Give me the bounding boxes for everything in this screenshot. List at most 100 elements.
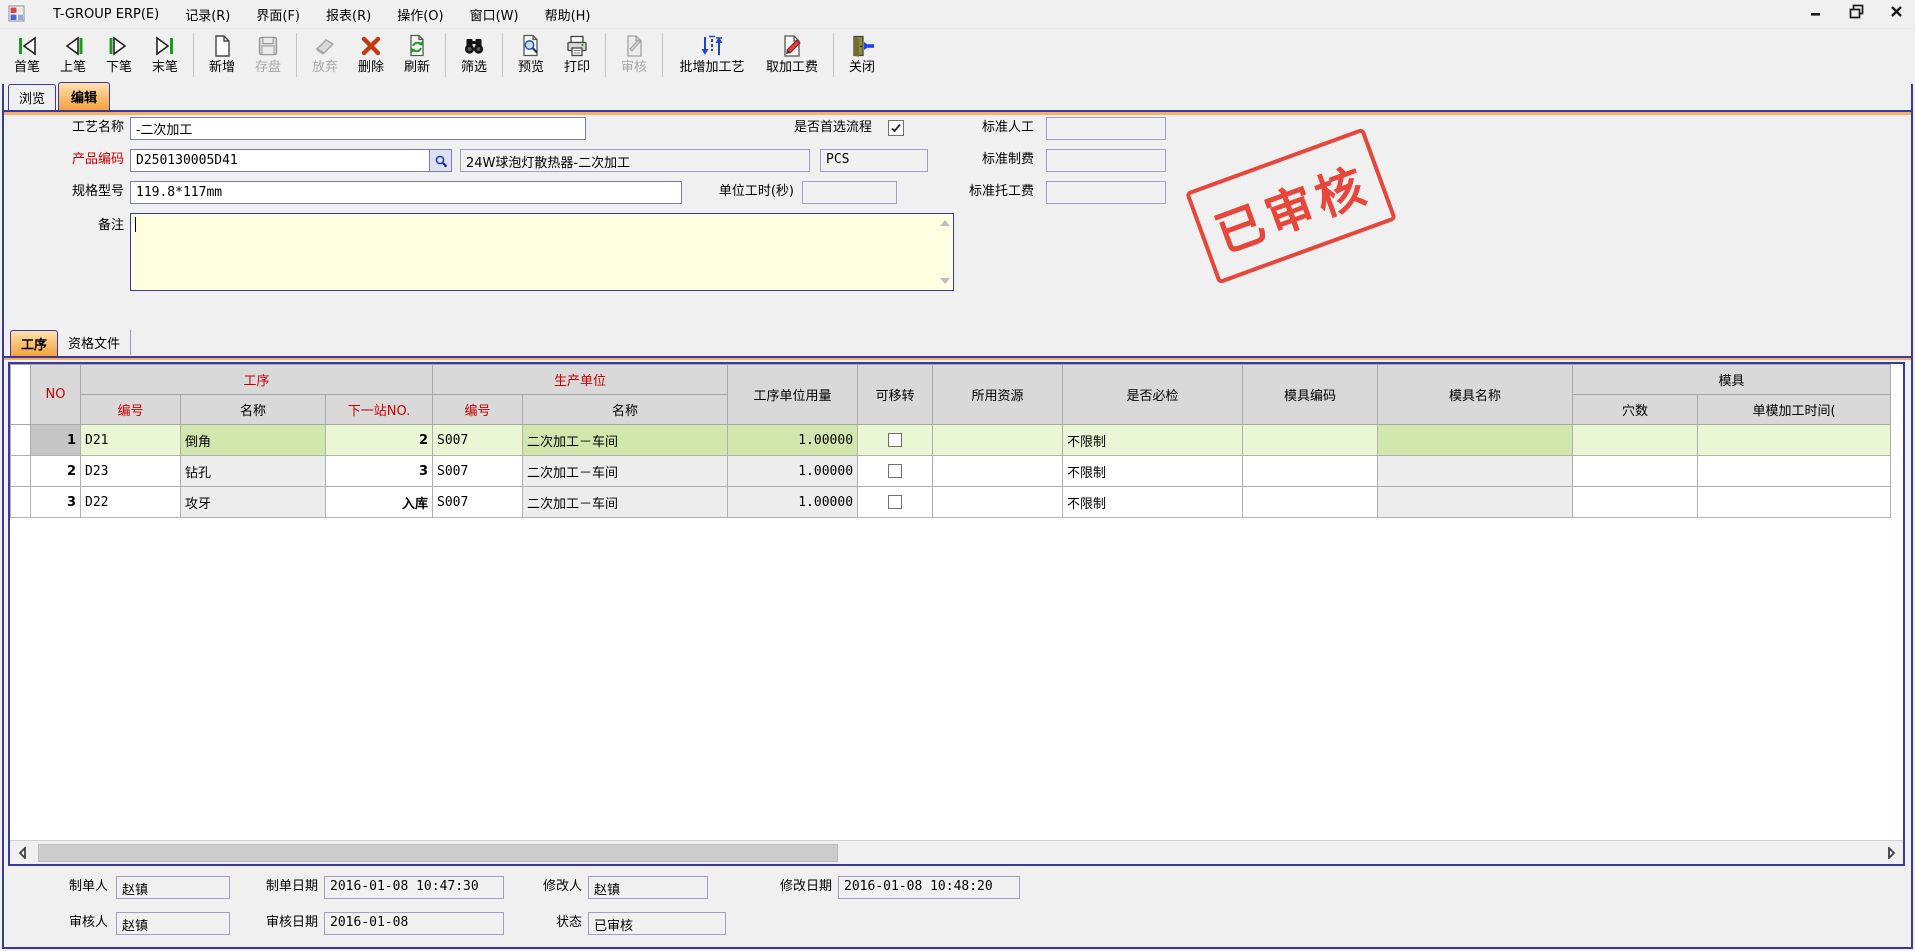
scrollbar-thumb[interactable] [38,844,838,862]
cell-process-code[interactable]: D21 [81,425,181,456]
cell-cavity[interactable] [1573,487,1698,518]
colgroup-production-unit[interactable]: 生产单位 [433,365,728,395]
new-button[interactable]: 新增 [199,31,245,81]
movable-checkbox[interactable] [888,433,902,447]
col-process-code[interactable]: 编号 [81,395,181,425]
get-fee-button[interactable]: 取加工费 [756,31,828,81]
filter-button[interactable]: 筛选 [451,31,497,81]
cell-mold-code[interactable] [1243,425,1378,456]
col-next-station[interactable]: 下一站NO. [326,395,433,425]
menu-help[interactable]: 帮助(H) [532,1,604,28]
menu-tgroup-erp[interactable]: T-GROUP ERP(E) [40,3,172,26]
menu-record[interactable]: 记录(R) [172,1,243,28]
cell-cavity[interactable] [1573,425,1698,456]
col-cavity[interactable]: 穴数 [1573,395,1698,425]
table-row[interactable]: 2 D23 钻孔 3 S007 二次加工－车间 1.00000 不限制 [11,456,1891,487]
cell-mold-time[interactable] [1698,425,1891,456]
colgroup-process[interactable]: 工序 [81,365,433,395]
restore-icon[interactable] [1847,2,1865,20]
preferred-flow-checkbox[interactable] [888,120,904,136]
cell-mold-code[interactable] [1243,487,1378,518]
col-must-check[interactable]: 是否必检 [1063,365,1243,425]
cell-qty[interactable]: 1.00000 [728,456,858,487]
cell-process-name[interactable]: 钻孔 [181,456,326,487]
cell-next-station[interactable]: 入库 [326,487,433,518]
cell-next-station[interactable]: 3 [326,456,433,487]
cell-unit-name[interactable]: 二次加工－车间 [523,456,728,487]
cell-process-name[interactable]: 攻牙 [181,487,326,518]
col-unit-name[interactable]: 名称 [523,395,728,425]
col-movable[interactable]: 可移转 [858,365,933,425]
table-row[interactable]: 3 D22 攻牙 入库 S007 二次加工－车间 1.00000 不限制 [11,487,1891,518]
menu-report[interactable]: 报表(R) [313,1,384,28]
tab-qualification-files[interactable]: 资格文件 [58,330,131,355]
last-record-button[interactable]: 末笔 [142,31,188,81]
col-mold-code[interactable]: 模具编码 [1243,365,1378,425]
menu-operation[interactable]: 操作(O) [384,1,456,28]
tab-browse[interactable]: 浏览 [8,84,56,110]
col-qty[interactable]: 工序单位用量 [728,365,858,425]
delete-button[interactable]: 删除 [348,31,394,81]
cell-mold-code[interactable] [1243,456,1378,487]
product-lookup-button[interactable] [430,149,452,172]
close-form-button[interactable]: 关闭 [839,31,885,81]
cell-mold-name[interactable] [1378,425,1573,456]
scroll-down-icon[interactable] [940,278,950,284]
tab-edit[interactable]: 编辑 [58,82,110,110]
discard-button[interactable]: 放弃 [302,31,348,81]
cell-unit-name[interactable]: 二次加工－车间 [523,487,728,518]
col-mold-name[interactable]: 模具名称 [1378,365,1573,425]
batch-add-process-button[interactable]: 批增加工艺 [668,31,756,81]
spec-model-input[interactable] [130,181,682,204]
print-button[interactable]: 打印 [554,31,600,81]
menu-interface[interactable]: 界面(F) [243,1,313,28]
movable-checkbox[interactable] [888,495,902,509]
cell-unit-code[interactable]: S007 [433,456,523,487]
first-record-button[interactable]: 首笔 [4,31,50,81]
cell-process-name[interactable]: 倒角 [181,425,326,456]
tab-process[interactable]: 工序 [10,330,58,356]
minimize-icon[interactable] [1807,2,1825,20]
col-process-name[interactable]: 名称 [181,395,326,425]
cell-mold-time[interactable] [1698,456,1891,487]
process-name-input[interactable] [130,117,586,140]
cell-resource[interactable] [933,425,1063,456]
cell-no[interactable]: 1 [31,425,81,456]
cell-resource[interactable] [933,487,1063,518]
cell-resource[interactable] [933,456,1063,487]
cell-next-station[interactable]: 2 [326,425,433,456]
movable-checkbox[interactable] [888,464,902,478]
cell-movable[interactable] [858,487,933,518]
cell-must-check[interactable]: 不限制 [1063,487,1243,518]
col-resource[interactable]: 所用资源 [933,365,1063,425]
cell-movable[interactable] [858,456,933,487]
cell-cavity[interactable] [1573,456,1698,487]
cell-qty[interactable]: 1.00000 [728,425,858,456]
save-button[interactable]: 存盘 [245,31,291,81]
scroll-up-icon[interactable] [940,220,950,226]
cell-movable[interactable] [858,425,933,456]
horizontal-scrollbar[interactable] [10,840,1903,864]
col-unit-code[interactable]: 编号 [433,395,523,425]
cell-process-code[interactable]: D22 [81,487,181,518]
cell-must-check[interactable]: 不限制 [1063,425,1243,456]
menu-window[interactable]: 窗口(W) [457,1,532,28]
remark-textarea[interactable] [130,213,954,291]
cell-mold-time[interactable] [1698,487,1891,518]
scroll-left-icon[interactable] [10,841,34,864]
preview-button[interactable]: 预览 [508,31,554,81]
colgroup-mold[interactable]: 模具 [1573,365,1891,395]
cell-must-check[interactable]: 不限制 [1063,456,1243,487]
close-icon[interactable] [1887,2,1905,20]
cell-unit-code[interactable]: S007 [433,425,523,456]
col-no[interactable]: NO [31,365,81,425]
scroll-right-icon[interactable] [1879,841,1903,864]
cell-unit-code[interactable]: S007 [433,487,523,518]
cell-unit-name[interactable]: 二次加工－车间 [523,425,728,456]
prev-record-button[interactable]: 上笔 [50,31,96,81]
cell-no[interactable]: 2 [31,456,81,487]
audit-button[interactable]: 审核 [611,31,657,81]
cell-no[interactable]: 3 [31,487,81,518]
cell-process-code[interactable]: D23 [81,456,181,487]
next-record-button[interactable]: 下笔 [96,31,142,81]
